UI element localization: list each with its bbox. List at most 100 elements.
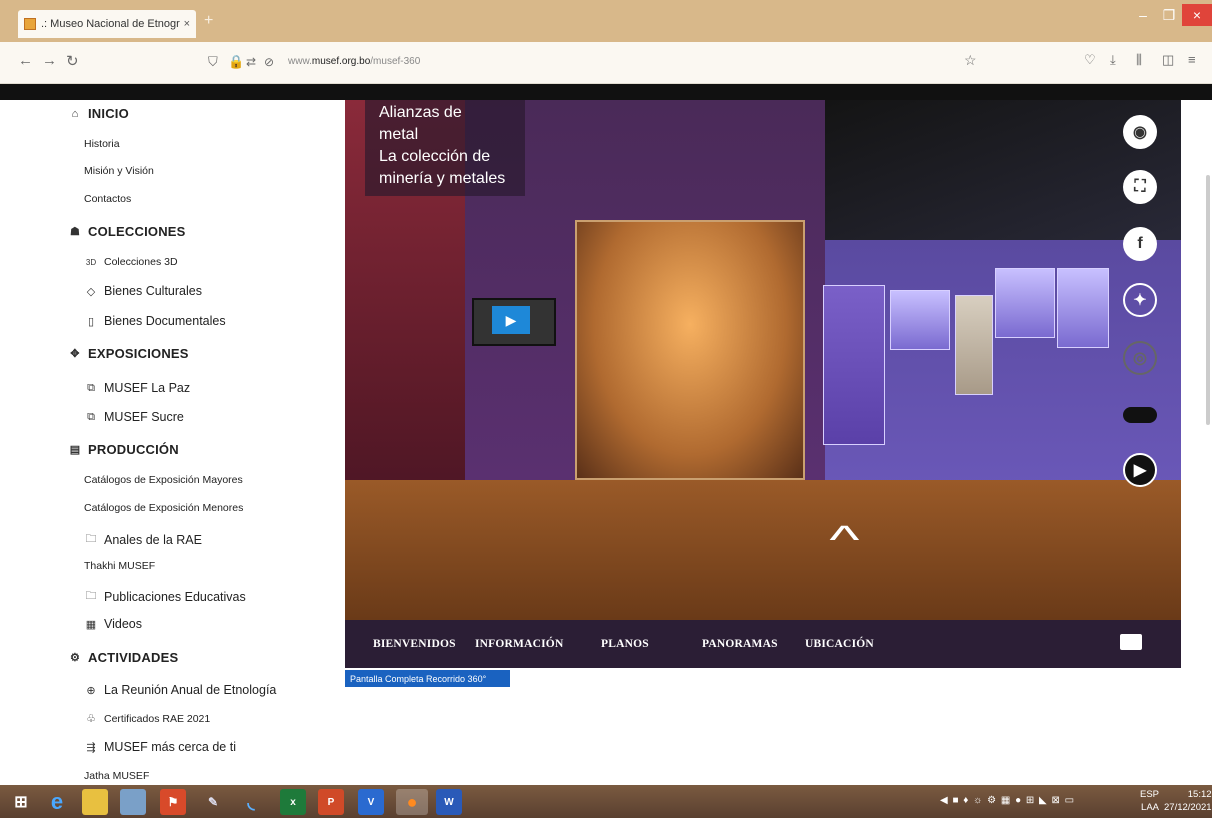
forward-chevron-icon[interactable]: ^ [829,518,859,563]
fullscreen-tour-button[interactable]: Pantalla Completa Recorrido 360° [345,670,510,687]
sidebar-label: Anales de la RAE [104,532,202,547]
panorama-viewer[interactable]: ▶ Alianzas de metal La colección de mine… [345,100,1181,620]
external-page-icon: ⧉ [87,410,95,423]
sidebar-item-mision[interactable]: Misión y Visión [84,165,154,177]
sidebar-label: Publicaciones Educativas [104,589,246,604]
sidebar-item-jatha[interactable]: Jatha MUSEF [84,770,149,782]
url-bar[interactable]: www.musef.org.bo/musef-360 [288,56,420,67]
display-case [1057,268,1109,348]
download-icon[interactable]: ⤓ [1110,52,1116,68]
share-icon: ⇶ [86,741,96,754]
pocket-icon[interactable]: ♡ [1084,52,1096,68]
excel-icon[interactable]: x [280,789,306,815]
fullscreen-icon[interactable]: ⛶ [1123,170,1157,204]
sidebar-item-musef-lapaz[interactable]: ⧉ MUSEF La Paz [84,381,190,395]
sidebar-label: PRODUCCIÓN [88,442,179,457]
page-scrollbar[interactable] [1206,175,1210,425]
tab-title: .: Museo Nacional de Etnograf [41,18,180,30]
sidebar-item-historia[interactable]: Historia [84,138,120,150]
home-icon: ⌂ [71,107,79,120]
youtube-icon[interactable]: ▶ [1123,453,1157,487]
bookmark-star-icon[interactable]: ☆ [964,52,977,69]
close-window-button[interactable]: × [1182,4,1212,26]
system-tray-icons[interactable]: ◀ ■ ♦ ☼ ⚙ ▦ ● ⊞ ◣ ⊠ ▭ [940,795,1075,806]
file-explorer-icon[interactable] [82,789,108,815]
sidebar-item-reunion[interactable]: ⊕ La Reunión Anual de Etnología [84,683,276,697]
sidebar-label: Videos [104,617,142,631]
snip-icon[interactable]: ◟ [238,789,264,815]
sidebar-item-certificados[interactable]: ♧ Certificados RAE 2021 [84,712,210,726]
sidebar-label: EXPOSICIONES [88,346,189,361]
sidebar-item-catalogos-mayores[interactable]: Catálogos de Exposición Mayores [84,474,243,486]
display-cabinet [575,220,805,480]
document-icon: ▯ [87,315,95,328]
app-icon[interactable]: ⚑ [160,789,186,815]
vr-headset-icon[interactable] [1120,634,1142,650]
firefox-icon[interactable]: ● [396,789,428,815]
sidebar-item-musef-sucre[interactable]: ⧉ MUSEF Sucre [84,410,184,424]
internet-explorer-icon[interactable]: e [44,789,70,815]
minimize-button[interactable]: – [1130,4,1156,26]
language-indicator[interactable]: ESP LAA [1140,788,1159,814]
nav-panoramas[interactable]: PANORAMAS [702,638,778,650]
browser-tab[interactable]: .: Museo Nacional de Etnograf × [18,10,196,38]
film-icon: ▦ [85,618,97,631]
diamond-icon: ◇ [86,285,96,298]
tracking-icon[interactable]: ⊘ [264,55,274,69]
keyboard-layout: LAA [1141,802,1160,813]
sidebar-item-bienes-culturales[interactable]: ◇ Bienes Culturales [84,284,202,298]
title-line: minería y metales [379,170,506,187]
paint-icon[interactable]: ✎ [200,789,226,815]
sidebar-item-cerca[interactable]: ⇶ MUSEF más cerca de ti [84,740,236,754]
sidebar-menu: ⌂ INICIO Historia Misión y Visión Contact… [30,100,345,785]
calculator-icon[interactable] [120,789,146,815]
sidebar-item-publicaciones[interactable]: 🗀 Publicaciones Educativas [84,587,246,606]
back-arrow-icon[interactable]: ← [18,52,33,69]
sidebar-item-colecciones-3d[interactable]: 3D Colecciones 3D [84,256,178,268]
messenger-icon[interactable]: ◉ [1123,115,1157,149]
sidebar-item-contactos[interactable]: Contactos [84,193,131,205]
info-panel [823,285,885,445]
sidebar-item-colecciones[interactable]: ☗ COLECCIONES [68,224,186,239]
3d-icon: 3D [85,257,97,267]
play-video-button[interactable]: ▶ [492,306,530,334]
sidebar-item-catalogos-menores[interactable]: Catálogos de Exposición Menores [84,502,243,514]
twitter-icon[interactable]: ✦ [1123,283,1157,317]
windows-start-icon[interactable]: ⊞ [8,789,34,815]
soundcloud-icon[interactable] [1123,407,1157,423]
sidebar-item-thakhi[interactable]: Thakhi MUSEF [84,560,155,572]
word-icon[interactable]: W [436,789,462,815]
url-path: /musef-360 [370,56,421,67]
sidebar-item-exposiciones[interactable]: ✥ EXPOSICIONES [68,346,189,361]
maximize-button[interactable]: ❐ [1156,4,1182,26]
menu-icon[interactable]: ≡ [1188,52,1196,67]
clock[interactable]: 15:12 27/12/2021 [1164,788,1212,814]
instagram-icon[interactable]: ◎ [1123,341,1157,375]
nav-planos[interactable]: PLANOS [601,638,649,650]
sidebar-label: ACTIVIDADES [88,650,179,665]
nav-ubicacion[interactable]: UBICACIÓN [805,638,874,650]
sidebar-item-bienes-documentales[interactable]: ▯ Bienes Documentales [84,314,226,328]
display-case [890,290,950,350]
library-icon[interactable]: ⫼ [1136,52,1142,68]
facebook-icon[interactable]: f [1123,227,1157,261]
sidebar-toggle-icon[interactable]: ◫ [1162,52,1174,68]
powerpoint-icon[interactable]: P [318,789,344,815]
tab-close-icon[interactable]: × [184,18,190,30]
forward-arrow-icon[interactable]: → [42,52,57,69]
sidebar-item-produccion[interactable]: ▤ PRODUCCIÓN [68,442,179,457]
permissions-icon[interactable]: ⇄ [246,55,256,69]
sidebar-item-videos[interactable]: ▦ Videos [84,617,142,631]
sidebar-item-anales[interactable]: 🗀 Anales de la RAE [84,530,202,549]
nav-informacion[interactable]: INFORMACIÓN [475,638,563,650]
nav-bienvenidos[interactable]: BIENVENIDOS [373,638,456,650]
visio-icon[interactable]: V [358,789,384,815]
reload-icon[interactable]: ↻ [66,52,79,70]
lock-icon[interactable]: 🔒 [228,54,244,70]
browser-titlebar: .: Museo Nacional de Etnograf × + – ❐ × [0,0,1212,42]
sidebar-item-actividades[interactable]: ⚙ ACTIVIDADES [68,650,178,665]
sidebar-label: MUSEF más cerca de ti [104,740,236,754]
shield-icon[interactable]: ⛉ [208,54,218,70]
sidebar-item-inicio[interactable]: ⌂ INICIO [68,106,129,121]
new-tab-button[interactable]: + [204,12,213,30]
